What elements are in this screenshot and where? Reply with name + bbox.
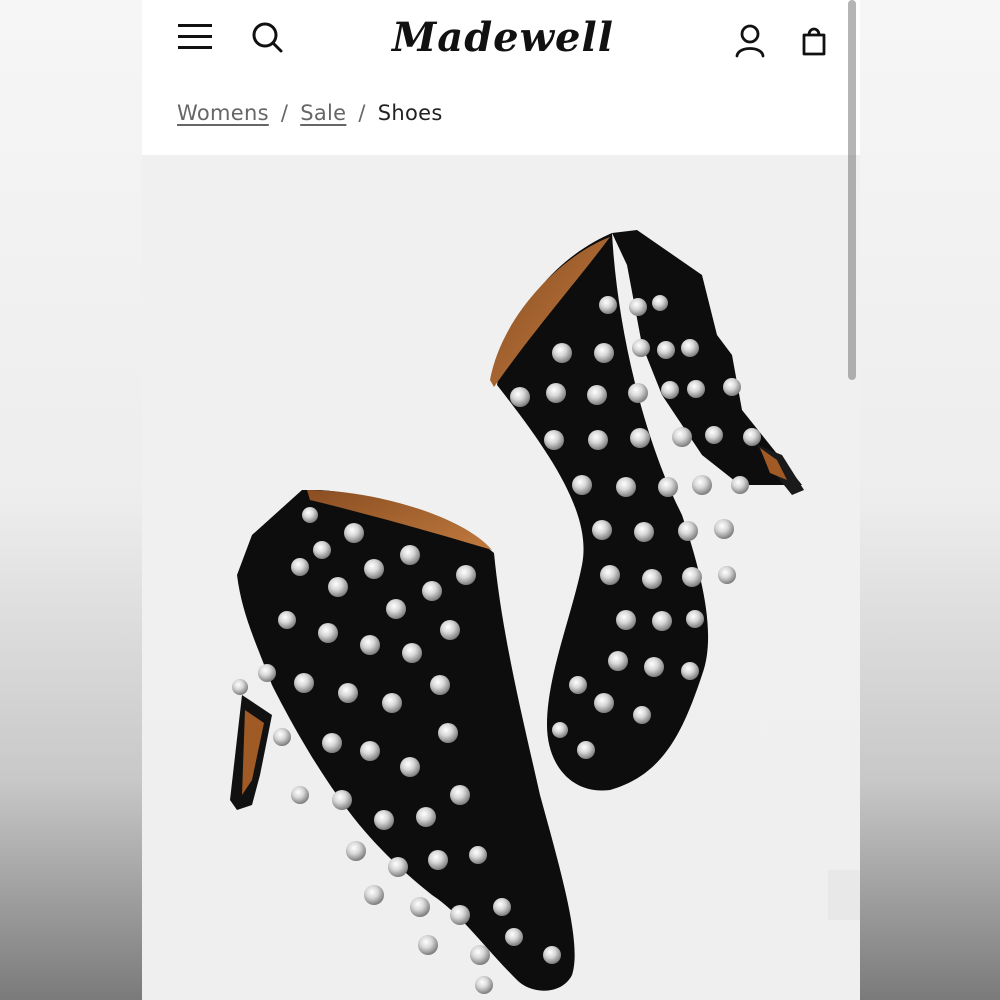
breadcrumb: Womens / Sale / Shoes bbox=[177, 98, 443, 128]
breadcrumb-separator: / bbox=[280, 101, 289, 125]
search-button[interactable] bbox=[248, 18, 288, 58]
studded-ankle-boots-image bbox=[230, 230, 860, 994]
breadcrumb-link-womens[interactable]: Womens bbox=[177, 101, 269, 125]
breadcrumb-link-sale[interactable]: Sale bbox=[300, 101, 346, 125]
backdrop-left bbox=[0, 0, 142, 1000]
breadcrumb-separator: / bbox=[358, 101, 366, 125]
account-icon bbox=[735, 24, 765, 58]
site-header: Madewell bbox=[142, 0, 860, 80]
product-image-area[interactable] bbox=[142, 155, 860, 1000]
account-button[interactable] bbox=[732, 22, 768, 62]
search-icon bbox=[252, 22, 283, 53]
shopping-bag-icon bbox=[802, 27, 826, 56]
scrollbar-thumb[interactable] bbox=[848, 0, 856, 380]
boot-right bbox=[490, 230, 804, 791]
backdrop-right bbox=[860, 0, 1000, 1000]
hamburger-menu-icon bbox=[178, 24, 212, 49]
image-zoom-hint bbox=[828, 870, 860, 920]
menu-button[interactable] bbox=[176, 18, 216, 58]
breadcrumb-current: Shoes bbox=[377, 101, 443, 125]
page: Madewell Womens / Sale / Shoes bbox=[142, 0, 860, 1000]
shopping-bag-button[interactable] bbox=[796, 22, 832, 62]
brand-logo[interactable]: Madewell bbox=[392, 6, 613, 70]
